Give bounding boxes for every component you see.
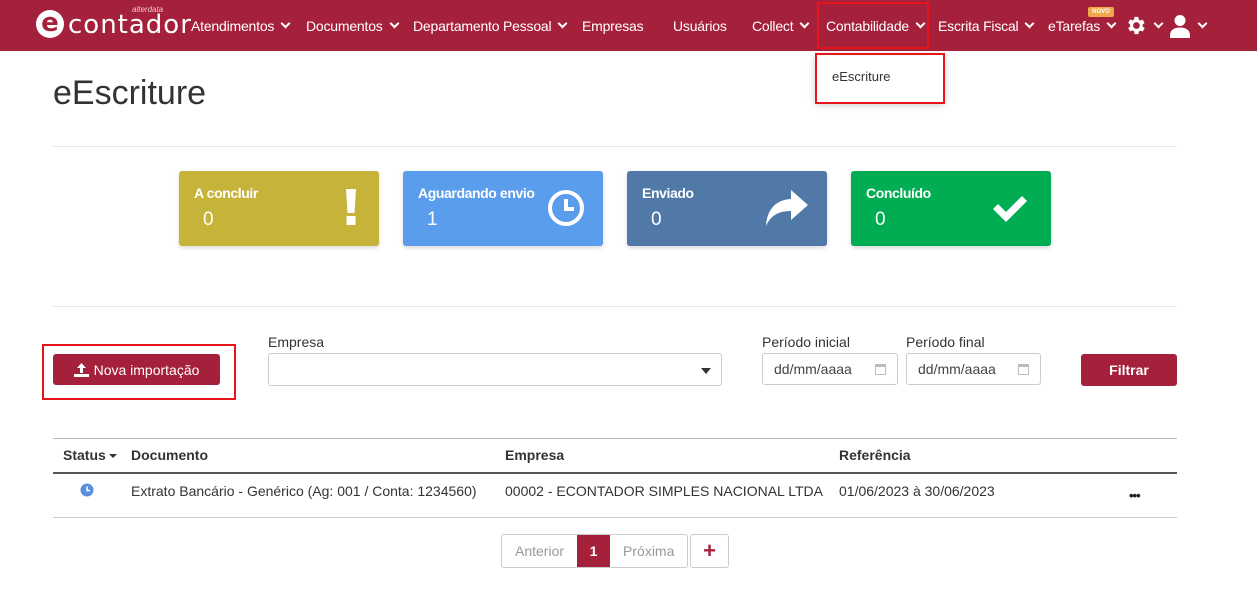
- column-header-label: Status: [63, 447, 106, 463]
- chevron-down-icon: [389, 18, 400, 29]
- caret-down-icon: [701, 368, 711, 374]
- date-placeholder: dd/mm/aaaa: [774, 361, 852, 377]
- new-badge: NOVO: [1088, 7, 1114, 17]
- periodo-final-label: Período final: [906, 334, 985, 350]
- gear-icon: [1128, 16, 1145, 35]
- nav-atendimentos[interactable]: Atendimentos: [191, 0, 291, 51]
- nav-label: Usuários: [673, 17, 727, 34]
- periodo-inicial-input[interactable]: dd/mm/aaaa: [762, 353, 898, 385]
- chevron-down-icon: [1024, 18, 1035, 29]
- nav-label: Collect: [752, 17, 794, 34]
- table-row-border: [53, 517, 1177, 518]
- column-header-referencia: Referência: [839, 447, 911, 463]
- card-title: A concluir: [194, 185, 258, 201]
- cell-documento: Extrato Bancário - Genérico (Ag: 001 / C…: [131, 483, 477, 499]
- nav-label: Atendimentos: [191, 17, 275, 34]
- page-title: eEscriture: [53, 74, 207, 112]
- upload-icon: [73, 362, 89, 377]
- card-title: Enviado: [642, 185, 694, 201]
- nav-label: Empresas: [582, 17, 644, 34]
- chevron-down-icon: [280, 18, 291, 29]
- nav-label: Contabilidade: [826, 17, 910, 34]
- nav-label: Departamento Pessoal: [413, 17, 552, 34]
- pagination: Anterior 1 Próxima: [501, 534, 689, 568]
- clock-icon: [548, 190, 584, 226]
- empresa-label: Empresa: [268, 334, 325, 350]
- periodo-inicial-label: Período inicial: [762, 334, 850, 350]
- pagination-page-1[interactable]: 1: [577, 535, 611, 567]
- pagination-previous[interactable]: Anterior: [502, 535, 577, 567]
- top-navbar: e contador alterdata Atendimentos Docume…: [0, 0, 1257, 51]
- settings-menu[interactable]: [1124, 0, 1164, 51]
- divider: [53, 146, 1177, 147]
- nav-label: Documentos: [306, 17, 383, 34]
- nav-empresas[interactable]: Empresas: [582, 0, 644, 51]
- nav-documentos[interactable]: Documentos: [306, 0, 400, 51]
- clock-icon: [80, 483, 94, 497]
- user-icon: [1170, 14, 1190, 38]
- table-top-border: [53, 438, 1177, 439]
- logo-wordmark: contador: [68, 10, 192, 40]
- card-a-concluir[interactable]: A concluir 0: [179, 171, 379, 246]
- chevron-down-icon: [1106, 18, 1117, 29]
- share-arrow-icon: [766, 190, 808, 226]
- nav-label: eTarefas: [1048, 17, 1101, 34]
- card-title: Aguardando envio: [418, 185, 535, 201]
- calendar-icon[interactable]: [875, 364, 886, 375]
- table-header-border: [53, 472, 1177, 474]
- nav-collect[interactable]: Collect: [752, 0, 810, 51]
- dropdown-item-eescriture[interactable]: eEscriture: [832, 69, 891, 84]
- nova-importacao-button[interactable]: Nova importação: [53, 354, 220, 385]
- add-page-button[interactable]: +: [690, 534, 729, 568]
- date-placeholder: dd/mm/aaaa: [918, 361, 996, 377]
- check-icon: [993, 196, 1027, 222]
- sort-caret-icon: [108, 454, 117, 459]
- card-count: 1: [427, 209, 438, 230]
- calendar-icon[interactable]: [1018, 364, 1029, 375]
- chevron-down-icon: [557, 18, 568, 29]
- column-header-documento: Documento: [131, 447, 208, 463]
- chevron-down-icon: [1197, 18, 1208, 29]
- column-header-empresa: Empresa: [505, 447, 565, 463]
- logo-subbrand: alterdata: [132, 5, 164, 14]
- nav-departamento-pessoal[interactable]: Departamento Pessoal: [413, 0, 568, 51]
- button-label: Nova importação: [93, 361, 200, 378]
- empresa-select[interactable]: [268, 353, 722, 386]
- card-title: Concluído: [866, 185, 931, 201]
- row-actions-icon[interactable]: •••: [1129, 489, 1141, 502]
- nav-usuarios[interactable]: Usuários: [673, 0, 727, 51]
- cell-empresa: 00002 - ECONTADOR SIMPLES NACIONAL LTDA: [505, 483, 823, 499]
- contabilidade-dropdown: eEscriture: [816, 54, 944, 102]
- cell-referencia: 01/06/2023 à 30/06/2023: [839, 483, 995, 499]
- card-aguardando-envio[interactable]: Aguardando envio 1: [403, 171, 603, 246]
- nav-label: Escrita Fiscal: [938, 17, 1019, 34]
- nav-escrita-fiscal[interactable]: Escrita Fiscal: [938, 0, 1035, 51]
- chevron-down-icon: [915, 18, 926, 29]
- nav-contabilidade[interactable]: Contabilidade: [826, 0, 926, 51]
- divider: [53, 306, 1177, 307]
- chevron-down-icon: [1153, 18, 1164, 29]
- exclamation-icon: [346, 189, 356, 225]
- card-count: 0: [203, 209, 214, 230]
- card-concluido[interactable]: Concluído 0: [851, 171, 1051, 246]
- filtrar-button[interactable]: Filtrar: [1081, 354, 1177, 386]
- logo-e-mark: e: [36, 10, 64, 38]
- card-count: 0: [875, 209, 886, 230]
- column-header-status[interactable]: Status: [63, 447, 117, 463]
- periodo-final-input[interactable]: dd/mm/aaaa: [906, 353, 1041, 385]
- econtador-logo[interactable]: e contador alterdata: [36, 5, 191, 42]
- card-count: 0: [651, 209, 662, 230]
- chevron-down-icon: [799, 18, 810, 29]
- card-enviado[interactable]: Enviado 0: [627, 171, 827, 246]
- user-menu[interactable]: [1169, 0, 1208, 51]
- pagination-next[interactable]: Próxima: [610, 535, 687, 567]
